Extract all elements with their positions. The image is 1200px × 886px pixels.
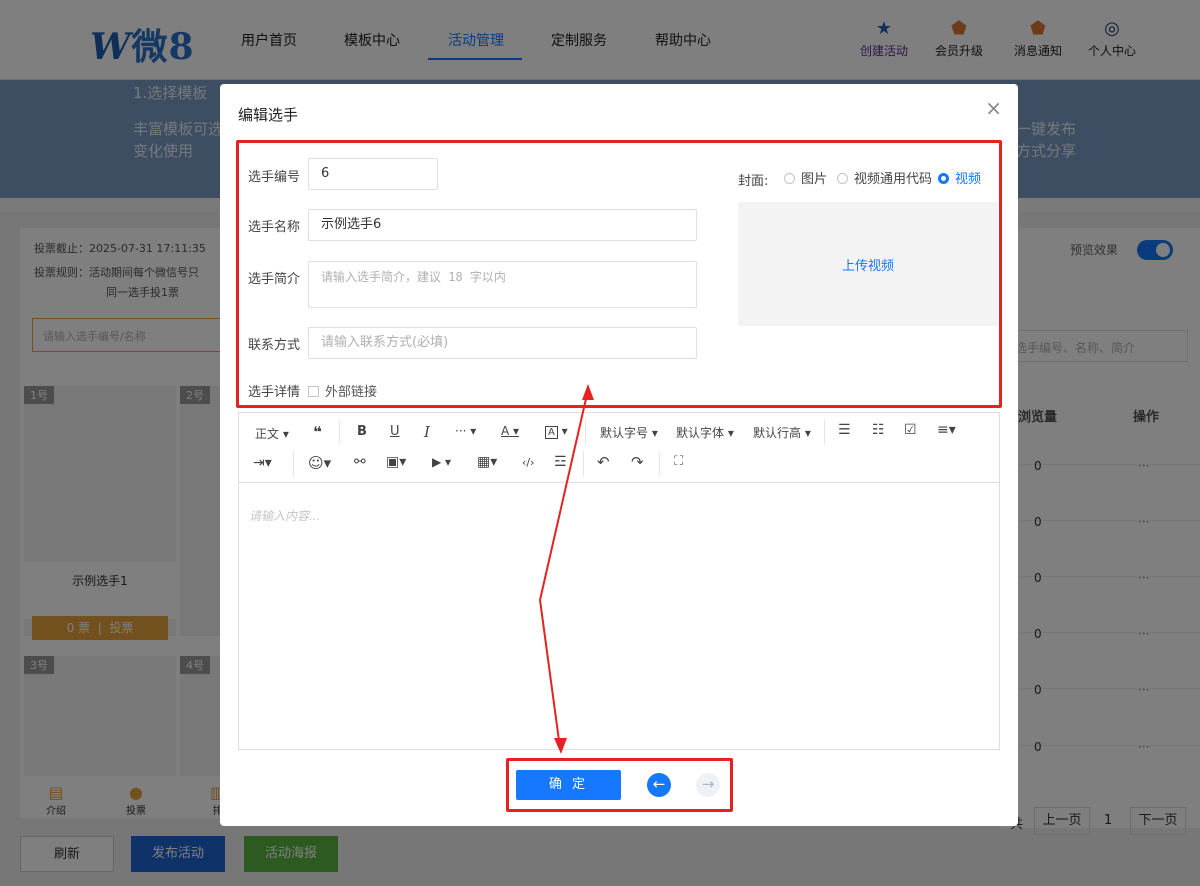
arrow-up-head	[582, 384, 594, 400]
arrow-up-line	[539, 389, 589, 601]
arrow-down-head	[554, 738, 567, 754]
arrow-down-line	[539, 599, 561, 749]
annotation-arrows	[539, 384, 594, 754]
